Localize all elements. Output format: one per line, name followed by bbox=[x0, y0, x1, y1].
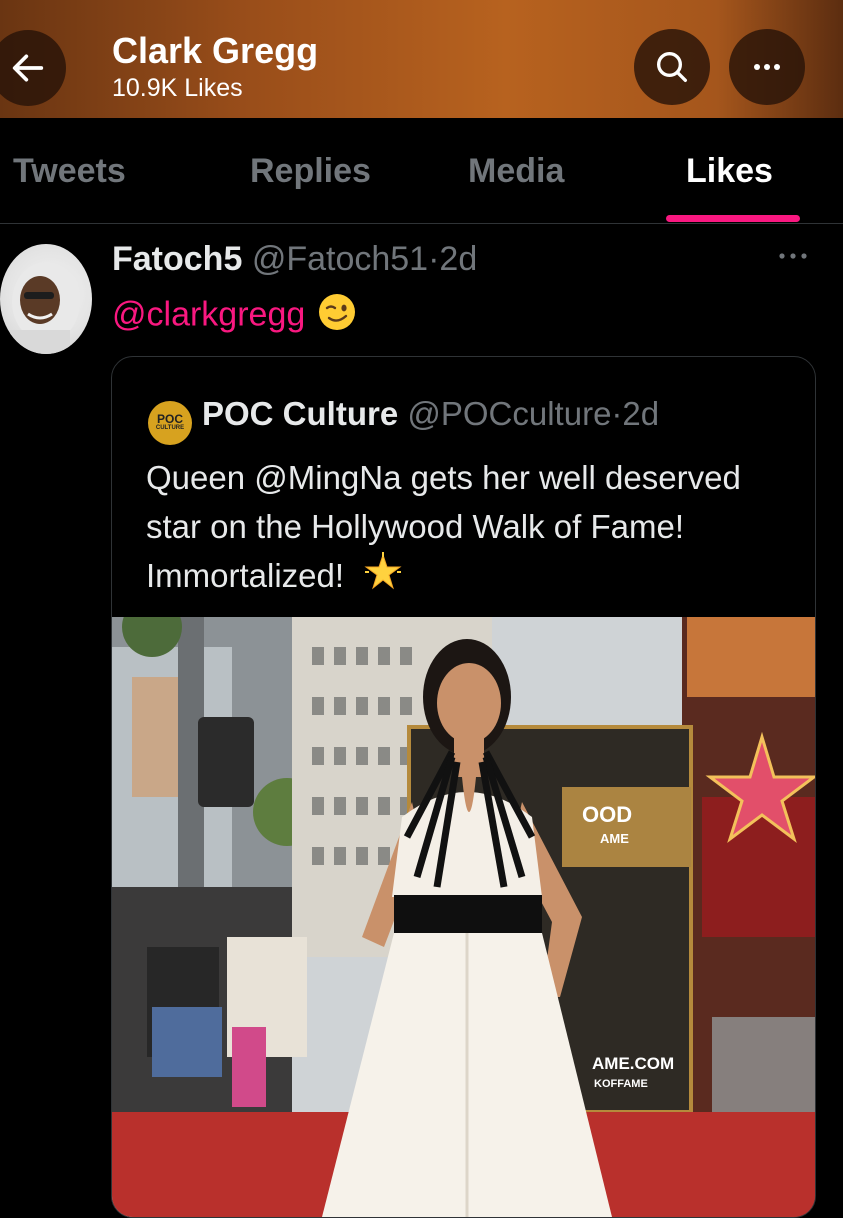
quote-photo[interactable]: OOD AME AME.COM KOFFAME bbox=[112, 617, 815, 1217]
tweet-timestamp[interactable]: 2d bbox=[439, 240, 477, 278]
profile-tabs: Tweets Replies Media Likes bbox=[0, 118, 843, 224]
glowing-star-icon bbox=[363, 551, 403, 605]
quote-header: POC Culture @POCculture·2d bbox=[202, 395, 659, 433]
likes-count: 10.9K Likes bbox=[112, 74, 243, 102]
banner-line-2: KOFFAME bbox=[594, 1078, 648, 1090]
separator-dot: · bbox=[611, 395, 623, 432]
photo-image: OOD AME AME.COM KOFFAME bbox=[112, 617, 815, 1217]
logo-text: POC bbox=[156, 412, 183, 426]
sign-line-1: OOD bbox=[582, 802, 632, 827]
tweet-text: @clarkgregg bbox=[112, 292, 357, 341]
profile-header: Clark Gregg 10.9K Likes bbox=[0, 0, 843, 118]
quote-avatar[interactable]: POC CULTURE bbox=[148, 401, 192, 445]
tweet-author-handle[interactable]: @Fatoch51 bbox=[252, 240, 428, 278]
active-tab-indicator bbox=[666, 215, 800, 222]
mention-link[interactable]: @clarkgregg bbox=[112, 295, 305, 333]
avatar-image bbox=[10, 262, 80, 354]
sign-line-2: AME bbox=[600, 831, 629, 846]
tab-likes[interactable]: Likes bbox=[686, 152, 773, 191]
winking-face-icon bbox=[317, 292, 357, 341]
separator-dot: · bbox=[428, 240, 440, 278]
more-horizontal-icon bbox=[779, 253, 807, 259]
search-icon bbox=[657, 52, 687, 83]
tweet-author-name[interactable]: Fatoch5 bbox=[112, 240, 242, 278]
tab-tweets[interactable]: Tweets bbox=[13, 152, 126, 191]
back-button[interactable] bbox=[0, 30, 66, 106]
tweet-more-button[interactable] bbox=[776, 246, 810, 271]
avatar[interactable] bbox=[0, 244, 92, 354]
arrow-left-icon bbox=[12, 54, 44, 82]
tweet-header: Fatoch5 @Fatoch51·2d bbox=[112, 240, 477, 279]
quoted-tweet[interactable]: POC CULTURE POC Culture @POCculture·2d Q… bbox=[111, 356, 816, 1218]
quote-timestamp[interactable]: 2d bbox=[622, 395, 659, 432]
search-button[interactable] bbox=[634, 29, 710, 105]
logo-subtext: CULTURE bbox=[155, 425, 185, 431]
more-options-button[interactable] bbox=[729, 29, 805, 105]
more-horizontal-icon bbox=[754, 64, 780, 70]
tab-replies[interactable]: Replies bbox=[250, 152, 371, 191]
quote-author-handle[interactable]: @POCculture bbox=[407, 395, 611, 432]
tab-media[interactable]: Media bbox=[468, 152, 564, 191]
quote-body: Queen @MingNa gets her well deserved sta… bbox=[146, 459, 741, 594]
quote-text: Queen @MingNa gets her well deserved sta… bbox=[146, 453, 796, 605]
banner-line-1: AME.COM bbox=[592, 1054, 674, 1073]
quote-author-name[interactable]: POC Culture bbox=[202, 395, 398, 432]
profile-name: Clark Gregg bbox=[112, 30, 319, 71]
